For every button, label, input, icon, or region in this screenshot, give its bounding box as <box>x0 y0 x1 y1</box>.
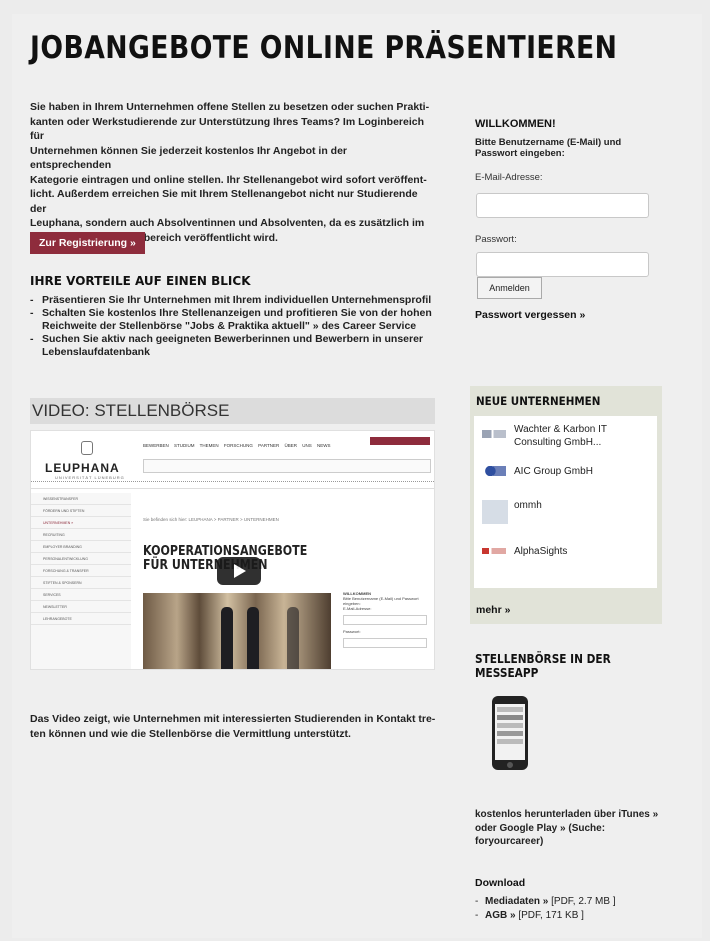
video-login-email-label: E-Mail-Adresse: <box>343 606 372 611</box>
video-breadcrumb: Sie befinden sich hier: LEUPHANA > PARTN… <box>143 517 279 522</box>
company-name: AIC Group GmbH <box>514 466 593 477</box>
video-side-item: LEHRANGEBOTE <box>31 613 131 625</box>
company-item[interactable]: ommh <box>474 496 657 534</box>
company-item[interactable]: Wachter & Karbon IT Consulting GmbH... <box>474 416 657 454</box>
phone-home-button <box>507 762 513 768</box>
video-logo: LEUPHANA <box>45 461 120 475</box>
list-item: Präsentieren Sie Ihr Unternehmen mit Ihr… <box>30 294 435 307</box>
video-side-item: PERSONALENTWICKLUNG <box>31 553 131 565</box>
benefits-list: Präsentieren Sie Ihr Unternehmen mit Ihr… <box>30 294 435 359</box>
company-item[interactable]: AlphaSights <box>474 534 657 572</box>
list-item: Suchen Sie aktiv nach geeigneten Bewerbe… <box>30 333 435 359</box>
list-item: AGB » [PDF, 171 KB ] <box>475 909 616 923</box>
video-player[interactable]: LEUPHANA UNIVERSITÄT LÜNEBURG BEWERBEN S… <box>30 430 435 670</box>
benefits-title: IHRE VORTEILE AUF EINEN BLICK <box>30 274 251 288</box>
play-icon[interactable] <box>217 557 261 585</box>
email-field[interactable] <box>476 193 649 218</box>
video-side-item: NEWSLETTER <box>31 601 131 613</box>
download-link[interactable]: Mediadaten » <box>485 896 548 907</box>
intro-line: Kategorie eintragen und online stellen. … <box>30 173 427 186</box>
password-label: Passwort: <box>475 234 517 245</box>
video-nav: BEWERBEN STUDIUM THEMEN FORSCHUNG PARTNE… <box>143 443 331 448</box>
login-title: WILLKOMMEN! <box>475 118 556 130</box>
person-figure <box>247 607 259 669</box>
login-instructions: Bitte Benutzername (E-Mail) und Passwort… <box>475 137 622 159</box>
intro-line: Leuphana, sondern auch Absolventinnen un… <box>30 217 425 229</box>
video-login-field <box>343 638 427 648</box>
person-figure <box>287 607 299 669</box>
video-login-field <box>343 615 427 625</box>
company-name: AlphaSights <box>514 546 568 557</box>
intro-line: licht. Außerdem erreichen Sie mit Ihrem … <box>30 188 418 215</box>
video-header-label: VIDEO: STELLENBÖRSE <box>32 401 230 420</box>
phone-icon <box>492 696 528 770</box>
forgot-password-link[interactable]: Passwort vergessen » <box>475 309 585 321</box>
new-companies-title: NEUE UNTERNEHMEN <box>476 394 601 408</box>
video-login-text: Bitte Benutzername (E-Mail) und Passwort… <box>343 596 419 606</box>
video-side-item: EMPLOYER BRANDING <box>31 541 131 553</box>
video-side-item: FORSCHUNG & TRANSFER <box>31 565 131 577</box>
phone-screen <box>495 704 525 760</box>
download-meta: [PDF, 171 KB ] <box>518 910 584 921</box>
list-item[interactable]: Schalten Sie kostenlos Ihre Stellenanzei… <box>30 307 435 333</box>
register-button[interactable]: Zur Registrierung » <box>30 232 145 254</box>
login-button[interactable]: Anmelden <box>477 277 542 299</box>
video-logo-sub: UNIVERSITÄT LÜNEBURG <box>55 475 125 480</box>
password-field[interactable] <box>476 252 649 277</box>
video-caption: Das Video zeigt, wie Unternehmen mit int… <box>30 713 436 740</box>
company-list: Wachter & Karbon IT Consulting GmbH... A… <box>474 416 657 588</box>
new-companies-box: NEUE UNTERNEHMEN Wachter & Karbon IT Con… <box>470 386 662 624</box>
video-side-item: RECRUITING <box>31 529 131 541</box>
video-search-field <box>143 459 431 473</box>
more-companies-link[interactable]: mehr » <box>476 604 510 616</box>
download-link[interactable]: AGB » <box>485 910 516 921</box>
download-meta: [PDF, 2.7 MB ] <box>551 896 616 907</box>
video-side-item: UNTERNEHMEN » <box>31 517 131 529</box>
intro-line: Sie haben in Ihrem Unternehmen offene St… <box>30 101 430 113</box>
video-login-box: WILLKOMMEN Bitte Benutzername (E-Mail) u… <box>343 591 433 669</box>
person-figure <box>221 607 233 669</box>
video-side-item: SERVICES <box>31 589 131 601</box>
video-divider <box>31 481 434 487</box>
list-item: Mediadaten » [PDF, 2.7 MB ] <box>475 895 616 909</box>
intro-line: kanten oder Werkstudierende zur Unterstü… <box>30 115 425 143</box>
video-login-pw-label: Passwort: <box>343 629 361 634</box>
company-name: Wachter & Karbon IT Consulting GmbH... <box>514 424 607 448</box>
company-logo-icon <box>482 430 506 438</box>
download-title: Download <box>475 877 526 889</box>
video-nav-button <box>370 437 430 445</box>
app-section-title: STELLENBÖRSE IN DER MESSEAPP <box>475 652 611 680</box>
video-photo <box>143 593 331 669</box>
intro-text: Sie haben in Ihrem Unternehmen offene St… <box>30 100 430 245</box>
company-logo-icon <box>482 548 506 554</box>
company-name: ommh <box>514 500 542 511</box>
download-list: Mediadaten » [PDF, 2.7 MB ] AGB » [PDF, … <box>475 895 616 923</box>
page-title: JOBANGEBOTE ONLINE PRÄSENTIEREN <box>30 30 618 66</box>
company-item[interactable]: AIC Group GmbH <box>474 454 657 492</box>
intro-line: Unternehmen können Sie jederzeit kostenl… <box>30 144 347 172</box>
video-side-item: STIFTEN & SPONSERN <box>31 577 131 589</box>
video-section-header: VIDEO: STELLENBÖRSE <box>30 398 435 424</box>
company-logo-icon <box>482 466 506 476</box>
video-site-header: LEUPHANA UNIVERSITÄT LÜNEBURG BEWERBEN S… <box>31 431 434 489</box>
company-logo-icon <box>482 500 508 524</box>
email-label: E-Mail-Adresse: <box>475 172 543 183</box>
video-sidebar: WISSENSTRANSFER FÖRDERN UND STIFTEN UNTE… <box>31 493 131 669</box>
crest-icon <box>81 441 93 455</box>
app-download-text[interactable]: kostenlos herunterladen über iTunes » od… <box>475 808 665 849</box>
video-side-item: WISSENSTRANSFER <box>31 493 131 505</box>
video-side-item: FÖRDERN UND STIFTEN <box>31 505 131 517</box>
